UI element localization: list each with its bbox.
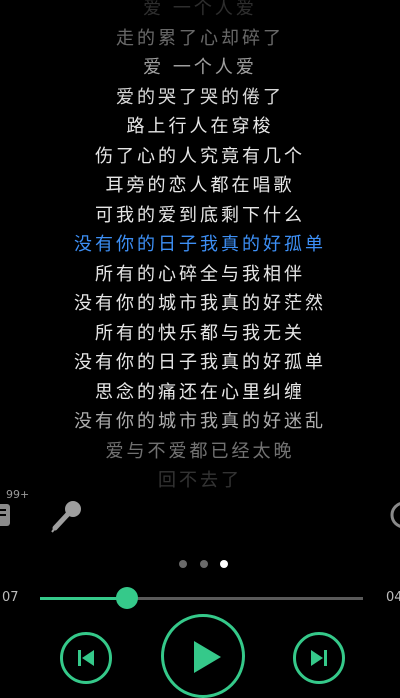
skip-next-icon [311, 650, 327, 666]
page-dot [179, 560, 187, 568]
page-dot [220, 560, 228, 568]
lyric-line: 路上行人在穿梭 [126, 116, 274, 137]
lyric-line: 耳旁的恋人都在唱歌 [105, 175, 295, 196]
play-icon [194, 641, 221, 673]
remaining-time: 04 [386, 590, 400, 605]
lyric-line: 爱与不爱都已经太晚 [105, 440, 295, 462]
play-button[interactable] [161, 614, 245, 698]
next-button[interactable] [293, 632, 345, 684]
lyric-line: 所有的快乐都与我无关 [95, 322, 305, 344]
lyric-line: 所有的心碎全与我相伴 [95, 263, 305, 285]
more-options-icon[interactable] [388, 498, 400, 532]
progress-fill [40, 597, 128, 600]
microphone-icon[interactable] [48, 497, 86, 535]
lyric-line: 爱 一个人爱 [143, 57, 257, 78]
progress-track[interactable] [40, 587, 363, 609]
lyric-line: 没有你的日子我真的好孤单 [74, 352, 326, 373]
progress-knob[interactable] [116, 587, 139, 609]
lyrics-panel[interactable]: 爱 一个人爱 走的累了心却碎了爱 一个人爱 爱的哭了哭的倦了 路上行人在穿梭 伤了心的人… [0, 0, 400, 495]
comment-count-badge: 99+ [6, 488, 30, 501]
skip-previous-icon [78, 650, 94, 666]
lyric-line: 回不去了 [158, 470, 242, 491]
page-indicator [177, 558, 231, 570]
page-dot [200, 560, 208, 568]
lyric-line: 没有你的城市我真的好迷乱 [74, 411, 326, 432]
lyric-line: 爱的哭了哭的倦了 [116, 86, 284, 108]
lyric-line: 可我的爱到底剩下什么 [95, 204, 305, 226]
lyric-line: 没有你的城市我真的好茫然 [74, 293, 326, 314]
previous-button[interactable] [60, 632, 112, 684]
lyric-line: 爱 一个人爱 [143, 0, 257, 19]
comment-icon[interactable] [0, 500, 18, 534]
lyric-line: 伤了心的人究竟有几个 [95, 145, 305, 167]
lyric-line: 思念的痛还在心里纠缠 [95, 381, 305, 403]
lyric-line: 走的累了心却碎了 [116, 27, 284, 49]
lyric-line: 没有你的日子我真的好孤单 [74, 234, 326, 255]
elapsed-time: 07 [2, 590, 19, 605]
